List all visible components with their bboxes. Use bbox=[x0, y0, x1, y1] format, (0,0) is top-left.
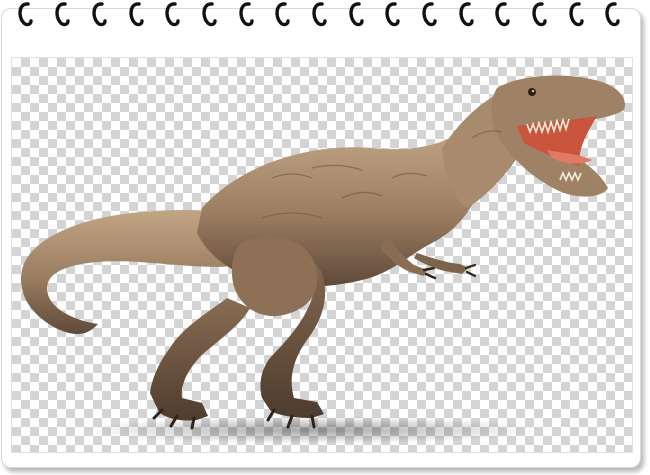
spiral-ring-icon bbox=[422, 2, 437, 27]
hand-claws bbox=[422, 266, 437, 280]
t-rex-illustration bbox=[21, 75, 626, 444]
spiral-ring-icon bbox=[239, 2, 254, 27]
spiral-ring-icon bbox=[55, 2, 70, 27]
spiral-ring-icon bbox=[92, 2, 107, 27]
spiral-notepad-frame bbox=[0, 0, 650, 475]
spiral-ring-icon bbox=[312, 2, 327, 27]
spiral-ring-icon bbox=[532, 2, 547, 27]
far-leg bbox=[150, 298, 250, 421]
dinosaur-photo bbox=[11, 57, 633, 453]
spiral-ring-icon bbox=[459, 2, 474, 27]
spiral-binding bbox=[0, 0, 650, 36]
spiral-ring-icon bbox=[275, 2, 290, 27]
spiral-ring-icon bbox=[385, 2, 400, 27]
spiral-ring-icon bbox=[569, 2, 584, 27]
spiral-ring-icon bbox=[202, 2, 217, 27]
spiral-ring-icon bbox=[18, 2, 33, 27]
spiral-ring-icon bbox=[165, 2, 180, 27]
spiral-ring-icon bbox=[495, 2, 510, 27]
spiral-ring-icon bbox=[349, 2, 364, 27]
spiral-ring-icon bbox=[605, 2, 620, 27]
spiral-ring-icon bbox=[129, 2, 144, 27]
eye bbox=[528, 88, 536, 96]
